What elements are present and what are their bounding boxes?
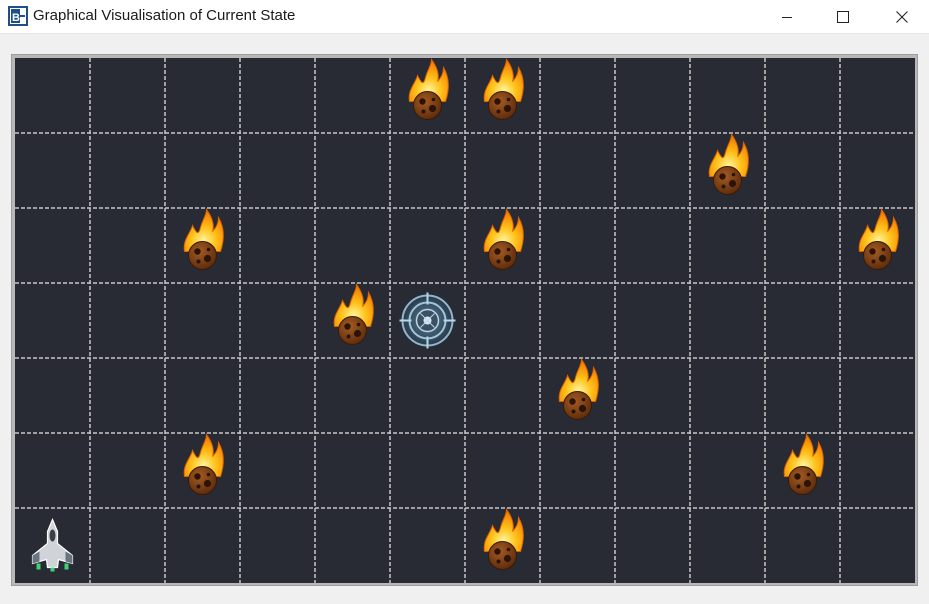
app-window: B Graphical Visualisation of Current Sta… <box>0 0 929 604</box>
meteor-icon <box>483 209 524 270</box>
window-title: Graphical Visualisation of Current State <box>33 7 296 24</box>
meteor-icon <box>708 134 749 195</box>
minimize-button[interactable] <box>764 0 810 33</box>
meteor-icon <box>483 59 524 120</box>
title-bar[interactable]: B Graphical Visualisation of Current Sta… <box>0 0 929 34</box>
close-icon <box>896 10 908 23</box>
close-button[interactable] <box>879 0 925 33</box>
game-board-canvas <box>15 58 915 583</box>
meteor-icon <box>183 434 224 495</box>
maximize-button[interactable] <box>820 0 866 33</box>
meteor-icon <box>783 434 824 495</box>
svg-text:B: B <box>12 12 20 24</box>
ship-layer <box>31 517 74 572</box>
meteor-icon <box>333 284 374 345</box>
app-icon: B <box>8 6 28 26</box>
maximize-icon <box>837 10 849 23</box>
game-board[interactable] <box>15 58 915 583</box>
meteor-layer <box>183 59 899 570</box>
spaceship-icon <box>31 517 74 572</box>
grid-lines <box>15 58 915 583</box>
meteor-icon <box>408 59 449 120</box>
meteor-icon <box>558 359 599 420</box>
crosshair-target-icon <box>399 292 456 349</box>
target-layer <box>399 292 456 349</box>
meteor-icon <box>858 209 899 270</box>
meteor-icon <box>183 209 224 270</box>
minimize-icon <box>782 16 792 18</box>
meteor-icon <box>483 509 524 570</box>
